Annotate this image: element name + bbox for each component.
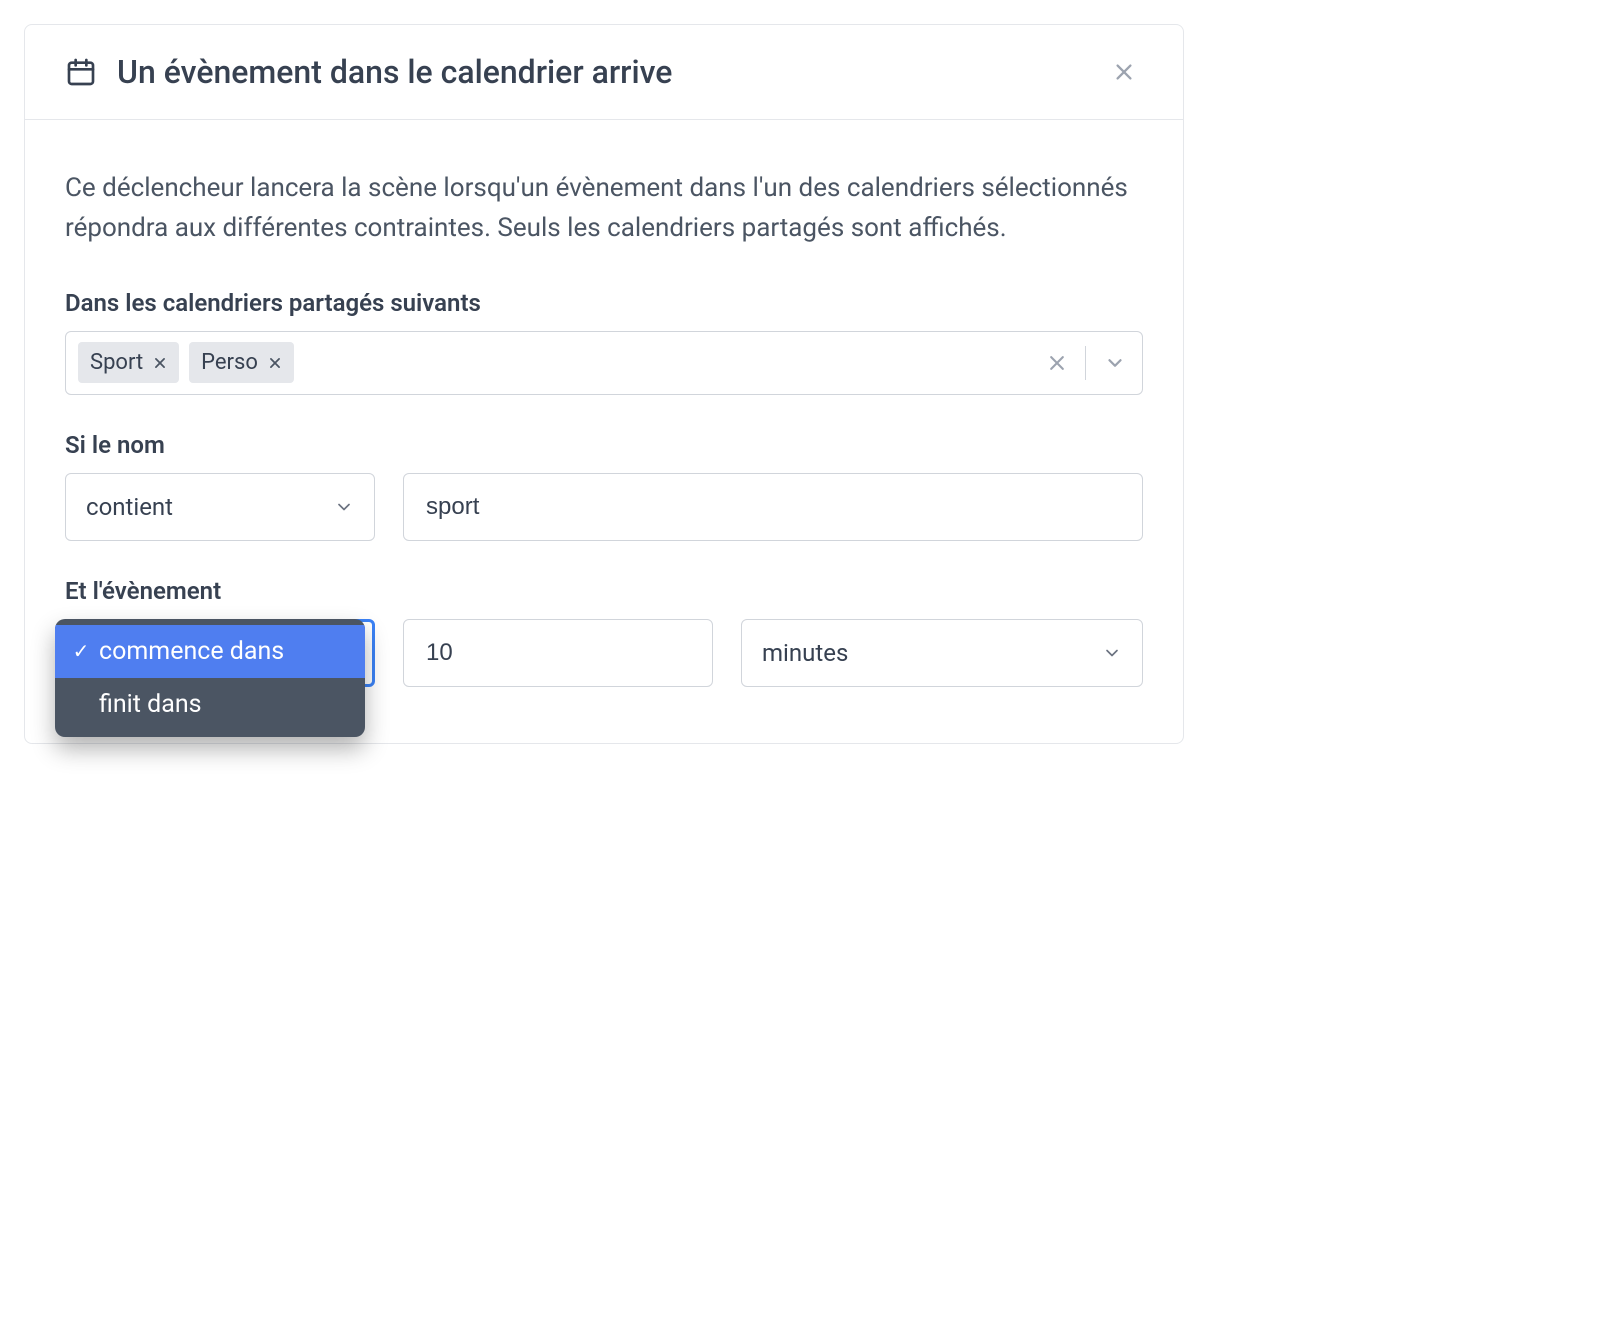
event-timing-select-wrap: ✓ commence dans finit dans <box>65 619 375 687</box>
x-icon <box>1047 353 1067 373</box>
tag-remove-button[interactable] <box>153 356 167 370</box>
chevron-down-icon <box>334 497 354 517</box>
calendars-label: Dans les calendriers partagés suivants <box>65 289 1143 317</box>
chevron-down-icon <box>1102 643 1122 663</box>
multiselect-toggle-button[interactable] <box>1100 348 1130 378</box>
multiselect-clear-button[interactable] <box>1043 349 1071 377</box>
tag-remove-button[interactable] <box>268 356 282 370</box>
name-value-input[interactable] <box>403 473 1143 541</box>
chevron-down-icon <box>1104 352 1126 374</box>
calendars-multiselect[interactable]: Sport Perso <box>65 331 1143 395</box>
check-icon: ✓ <box>71 639 91 663</box>
x-icon <box>153 356 167 370</box>
event-condition-row: ✓ commence dans finit dans minutes <box>65 619 1143 687</box>
dropdown-option-starts[interactable]: ✓ commence dans <box>55 625 365 678</box>
name-operator-select[interactable]: contient <box>65 473 375 541</box>
panel-body: Ce déclencheur lancera la scène lorsqu'u… <box>25 120 1183 743</box>
divider <box>1085 346 1086 380</box>
event-value-wrap <box>403 619 713 687</box>
panel-header: Un évènement dans le calendrier arrive <box>25 25 1183 120</box>
event-unit-select[interactable]: minutes <box>741 619 1143 687</box>
panel-title-wrap: Un évènement dans le calendrier arrive <box>65 53 672 91</box>
event-timing-dropdown: ✓ commence dans finit dans <box>55 619 365 737</box>
name-condition-label: Si le nom <box>65 431 1143 459</box>
panel-title: Un évènement dans le calendrier arrive <box>117 53 672 91</box>
event-condition-label: Et l'évènement <box>65 577 1143 605</box>
x-icon <box>268 356 282 370</box>
name-condition-row: contient <box>65 473 1143 541</box>
close-button[interactable] <box>1105 53 1143 91</box>
calendars-field: Dans les calendriers partagés suivants S… <box>65 289 1143 395</box>
calendar-tag: Sport <box>78 342 179 383</box>
close-icon <box>1113 61 1135 83</box>
event-value-input[interactable] <box>403 619 713 687</box>
multiselect-controls <box>1043 346 1130 380</box>
tag-label: Perso <box>201 350 258 375</box>
trigger-config-panel: Un évènement dans le calendrier arrive C… <box>24 24 1184 744</box>
dropdown-option-ends[interactable]: finit dans <box>55 678 365 731</box>
calendar-tag: Perso <box>189 342 294 383</box>
description-text: Ce déclencheur lancera la scène lorsqu'u… <box>65 168 1143 249</box>
select-value: contient <box>86 493 173 521</box>
option-label: commence dans <box>99 637 284 666</box>
select-value: minutes <box>762 639 848 667</box>
name-condition-field: Si le nom contient <box>65 431 1143 541</box>
option-label: finit dans <box>99 690 202 719</box>
tag-label: Sport <box>90 350 143 375</box>
calendar-icon <box>65 56 97 88</box>
multiselect-tags: Sport Perso <box>78 342 294 383</box>
event-condition-field: Et l'évènement ✓ commence dans finit dan… <box>65 577 1143 687</box>
